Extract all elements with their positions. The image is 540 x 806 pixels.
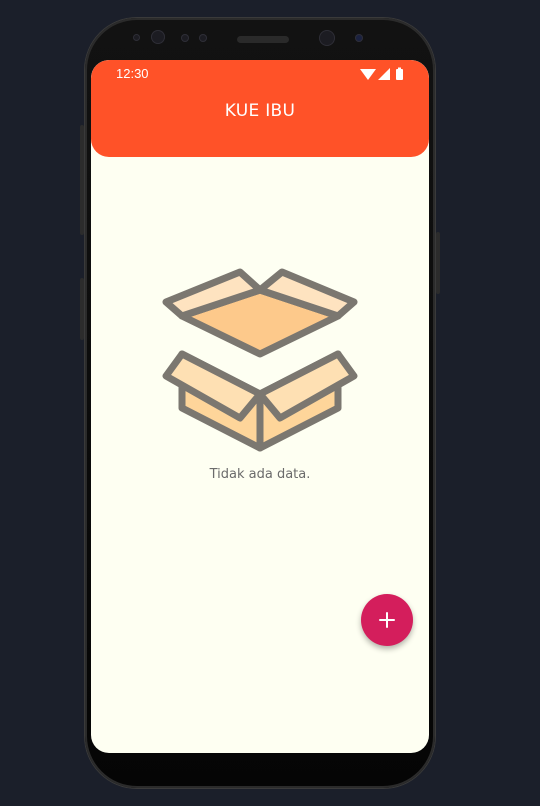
sensor-dot (133, 34, 140, 41)
phone-side-button (80, 125, 84, 235)
phone-side-button (80, 278, 84, 340)
page-title: KUE IBU (224, 101, 296, 121)
sensor-dot (181, 34, 189, 42)
status-icons (360, 67, 403, 80)
front-camera-icon (151, 30, 165, 44)
sensor-dot (355, 34, 363, 42)
app-screen: 12:30 KUE IBU Tidak ada data. (91, 60, 429, 753)
empty-state: Tidak ada data. (91, 268, 429, 482)
status-time: 12:30 (116, 66, 149, 81)
phone-sensors (85, 28, 435, 52)
empty-box-icon (162, 268, 358, 452)
sensor-dot (199, 34, 207, 42)
device-mockup-stage: 12:30 KUE IBU Tidak ada data. (0, 0, 540, 806)
phone-side-button (436, 232, 440, 294)
plus-icon (379, 612, 395, 628)
phone-frame: 12:30 KUE IBU Tidak ada data. (85, 18, 435, 788)
earpiece-speaker (237, 36, 289, 43)
battery-icon (396, 67, 403, 80)
wifi-icon (360, 69, 376, 80)
status-bar: 12:30 (91, 60, 429, 86)
front-camera-icon (319, 30, 335, 46)
add-button[interactable] (361, 594, 413, 646)
empty-state-message: Tidak ada data. (209, 467, 311, 482)
signal-icon (378, 68, 390, 80)
app-bar: 12:30 KUE IBU (91, 60, 429, 157)
